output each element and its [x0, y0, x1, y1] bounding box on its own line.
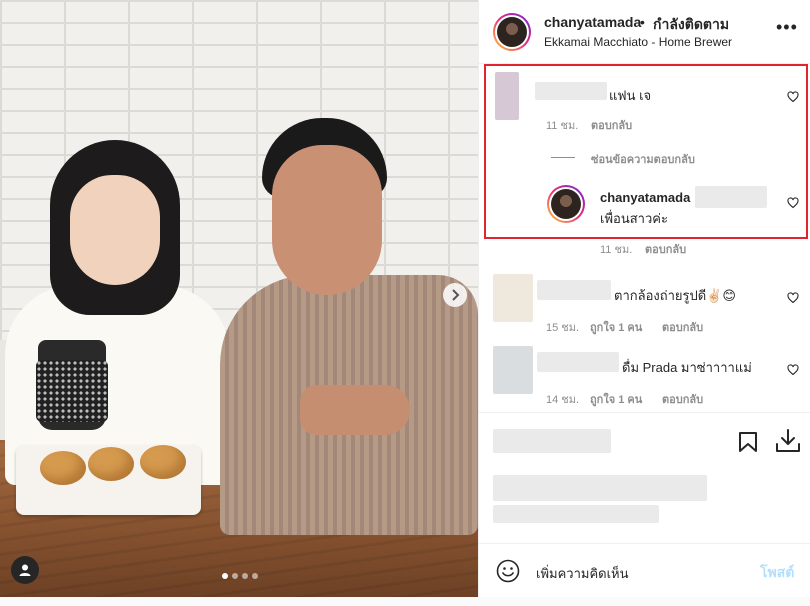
carousel-dot: [222, 573, 228, 579]
comment-text: แฟน เจ: [609, 88, 652, 103]
likes-count[interactable]: ถูกใจ 1 คน: [590, 322, 642, 334]
commenter-name-blurred[interactable]: [537, 352, 619, 372]
carousel-dot: [232, 573, 238, 579]
reply-avatar[interactable]: [547, 185, 585, 223]
like-heart-icon[interactable]: [787, 292, 799, 304]
user-tag-button[interactable]: [11, 556, 39, 584]
hide-replies-button[interactable]: ซ่อนข้อความตอบกลับ: [591, 154, 695, 166]
bookmark-icon[interactable]: [738, 431, 758, 453]
reply-username[interactable]: chanyatamada: [600, 190, 690, 205]
action-icons-blurred: [493, 429, 611, 453]
comment-text: ดื่ม Prada มาซ่าาาาแม่: [622, 360, 752, 375]
comment-time: 15 ชม.: [546, 322, 580, 334]
pastry-tray: [16, 445, 201, 515]
user-tag-icon: [19, 564, 31, 576]
carousel-dots: [222, 573, 258, 579]
emoji-icon[interactable]: [496, 559, 520, 583]
next-photo-button[interactable]: [443, 283, 467, 307]
reply-button[interactable]: ตอบกลับ: [591, 120, 632, 132]
replies-divider: [551, 157, 575, 158]
carousel-dot: [252, 573, 258, 579]
comment-text: ตากล้องถ่ายรูปดี✌🏻😊: [614, 288, 736, 303]
comment-time: 11 ชม.: [546, 120, 579, 132]
commenter-name-blurred[interactable]: [535, 82, 607, 100]
location-link[interactable]: Ekkamai Macchiato - Home Brewer: [544, 35, 732, 49]
follow-status[interactable]: กำลังติดตาม: [653, 14, 729, 36]
like-heart-icon[interactable]: [787, 197, 799, 209]
post-viewer: chanyatamada • กำลังติดตาม Ekkamai Macch…: [0, 0, 810, 606]
commenter-avatar-blurred[interactable]: [495, 72, 519, 120]
header-separator: •: [640, 14, 645, 30]
header-username[interactable]: chanyatamada: [544, 14, 641, 30]
reply-button[interactable]: ตอบกลับ: [645, 244, 686, 256]
avatar[interactable]: [493, 13, 531, 51]
commenter-name-blurred[interactable]: [537, 280, 611, 300]
chevron-right-icon: [452, 289, 460, 301]
reply-button[interactable]: ตอบกลับ: [662, 322, 703, 334]
cup-sleeve: [36, 360, 108, 422]
comment-input[interactable]: เพิ่มความคิดเห็น: [536, 563, 629, 584]
likes-count[interactable]: ถูกใจ 1 คน: [590, 394, 642, 406]
reply-time: 11 ชม.: [600, 244, 633, 256]
likes-summary-blurred: [493, 475, 707, 501]
post-date-blurred: [493, 505, 659, 523]
reply-text: เพื่อนสาวค่ะ: [600, 211, 668, 226]
post-header: chanyatamada • กำลังติดตาม Ekkamai Macch…: [479, 0, 810, 64]
woman-face: [70, 175, 160, 285]
download-icon[interactable]: [775, 428, 801, 454]
reply-button[interactable]: ตอบกลับ: [662, 394, 703, 406]
more-icon[interactable]: •••: [776, 18, 798, 36]
like-heart-icon[interactable]: [787, 364, 799, 376]
comment-time: 14 ชม.: [546, 394, 580, 406]
commenter-avatar-blurred[interactable]: [493, 346, 533, 394]
carousel-dot: [242, 573, 248, 579]
man-hand: [300, 385, 410, 435]
man-face: [272, 145, 382, 295]
post-button[interactable]: โพสต์: [760, 562, 794, 584]
commenter-avatar-blurred[interactable]: [493, 274, 533, 322]
post-actions: [479, 412, 810, 542]
comment-input-row: เพิ่มความคิดเห็น โพสต์: [479, 543, 810, 597]
post-photo[interactable]: [0, 0, 478, 597]
like-heart-icon[interactable]: [787, 91, 799, 103]
comments-panel: chanyatamada • กำลังติดตาม Ekkamai Macch…: [478, 0, 810, 597]
reply-text-blurred: [695, 186, 767, 208]
